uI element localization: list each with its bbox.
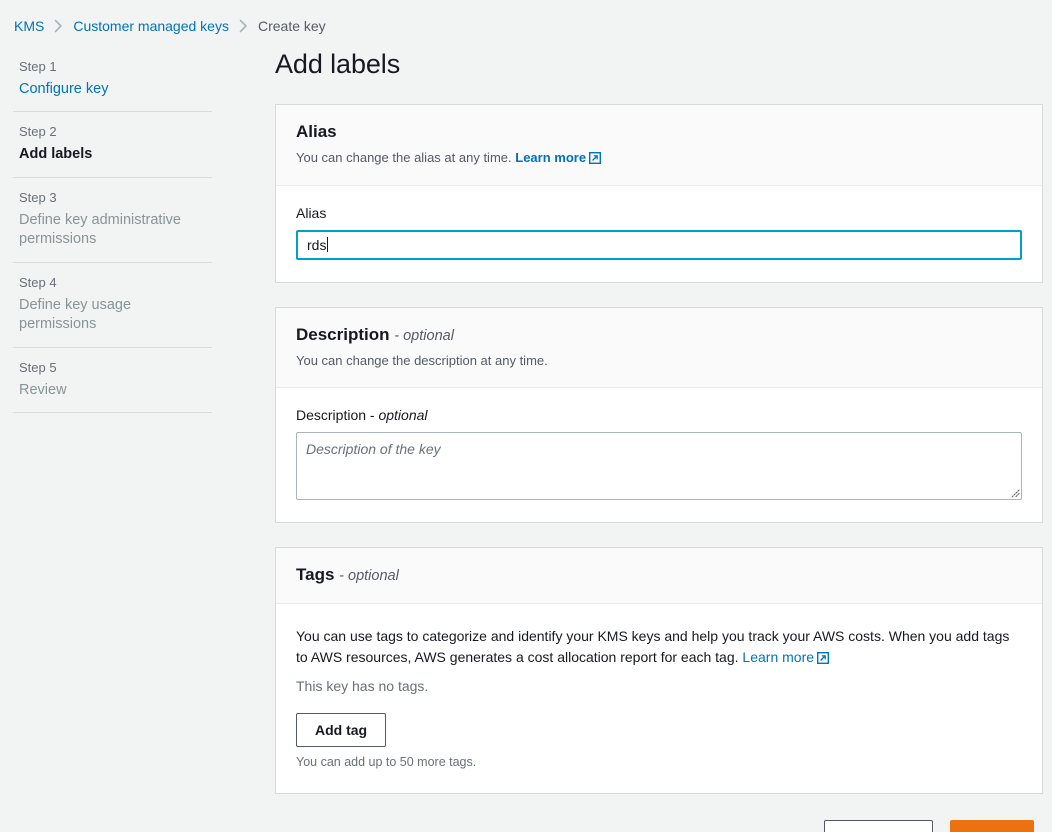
description-field-label-optional: optional: [378, 407, 428, 424]
tags-card: Tags - optional You can use tags to cate…: [275, 547, 1043, 795]
tags-empty-state-text: This key has no tags.: [296, 678, 429, 695]
tags-card-body: You can use tags to categorize and ident…: [276, 604, 1042, 793]
description-textarea-placeholder: Description of the key: [306, 441, 441, 458]
sidebar-step-label-review: Review: [19, 381, 67, 398]
alias-input-value: rds: [307, 236, 327, 253]
description-card-title: Description - optional: [296, 324, 1022, 346]
description-textarea[interactable]: Description of the key: [296, 432, 1022, 501]
sidebar-step-1[interactable]: Step 1 Configure key: [13, 47, 212, 113]
tags-description: You can use tags to categorize and ident…: [296, 626, 1016, 668]
external-link-icon: [589, 152, 602, 165]
previous-button[interactable]: Previous: [823, 820, 933, 832]
wizard-steps-sidebar: Step 1 Configure key Step 2 Add labels S…: [0, 40, 226, 414]
alias-field-label: Alias: [296, 204, 327, 221]
alias-input[interactable]: rds: [296, 229, 1022, 260]
tags-card-title-text: Tags: [296, 565, 335, 585]
tags-card-header: Tags - optional: [276, 548, 1042, 605]
breadcrumb-item-create-key: Create key: [257, 18, 326, 34]
tags-card-title-optional: - optional: [339, 568, 399, 585]
page-layout: Step 1 Configure key Step 2 Add labels S…: [0, 40, 1052, 832]
tags-learn-more-label: Learn more: [742, 649, 815, 666]
tags-description-text: You can use tags to categorize and ident…: [296, 628, 1010, 666]
step-number: Step 2: [19, 124, 57, 140]
alias-card: Alias You can change the alias at any ti…: [275, 104, 1043, 283]
chevron-right-icon: [238, 19, 249, 33]
alias-description-text: You can change the alias at any time.: [296, 150, 512, 166]
alias-card-body: Alias rds: [276, 186, 1042, 282]
chevron-right-icon: [53, 19, 64, 33]
description-field-label-text: Description -: [296, 407, 379, 424]
description-card-title-optional: - optional: [394, 327, 454, 344]
sidebar-step-5: Step 5 Review: [13, 348, 212, 414]
text-caret: [327, 237, 329, 253]
description-textarea-wrapper: Description of the key: [296, 432, 1022, 501]
tags-learn-more-link[interactable]: Learn more: [742, 649, 830, 666]
breadcrumb: KMS Customer managed keys Create key: [0, 0, 1052, 40]
add-tag-button[interactable]: Add tag: [296, 712, 387, 747]
sidebar-step-3: Step 3 Define key administrative permiss…: [13, 178, 212, 263]
description-card-header: Description - optional You can change th…: [276, 307, 1042, 389]
external-link-icon: [817, 652, 830, 665]
sidebar-step-4: Step 4 Define key usage permissions: [13, 263, 212, 348]
next-button[interactable]: Next: [949, 820, 1034, 832]
description-card-body: Description - optional Description of th…: [276, 388, 1042, 522]
sidebar-step-label-configure-key[interactable]: Configure key: [19, 80, 198, 100]
sidebar-step-label-add-labels: Add labels: [19, 146, 93, 163]
sidebar-step-2[interactable]: Step 2 Add labels: [13, 112, 212, 178]
page-title: Add labels: [275, 49, 401, 79]
alias-learn-more-label: Learn more: [515, 150, 587, 166]
sidebar-step-label-define-key-administrative-permissions: Define key administrative permissions: [19, 211, 181, 248]
alias-card-title: Alias: [296, 122, 337, 141]
main-content: Add labels Alias You can change the alia…: [226, 40, 1052, 832]
breadcrumb-item-kms[interactable]: KMS: [14, 18, 44, 34]
sidebar-step-label-define-key-usage-permissions: Define key usage permissions: [19, 296, 132, 333]
tags-card-title: Tags - optional: [296, 564, 1022, 586]
alias-learn-more-link[interactable]: Learn more: [515, 150, 602, 166]
wizard-footer-actions: Cancel Previous Next: [275, 818, 1043, 832]
alias-card-header: Alias You can change the alias at any ti…: [276, 105, 1042, 186]
tags-limit-hint: You can add up to 50 more tags.: [296, 754, 477, 769]
step-number: Step 5: [19, 359, 57, 375]
alias-card-description: You can change the alias at any time. Le…: [296, 149, 1022, 168]
description-card-description: You can change the description at any ti…: [296, 352, 548, 368]
step-number: Step 3: [19, 189, 57, 205]
cancel-button[interactable]: Cancel: [749, 822, 807, 832]
step-number: Step 4: [19, 274, 57, 290]
description-card-title-text: Description: [296, 324, 390, 344]
step-number: Step 1: [19, 59, 57, 74]
description-field-label: Description - optional: [296, 406, 1022, 426]
breadcrumb-item-customer-managed-keys[interactable]: Customer managed keys: [73, 18, 229, 34]
description-card: Description - optional You can change th…: [275, 306, 1043, 524]
